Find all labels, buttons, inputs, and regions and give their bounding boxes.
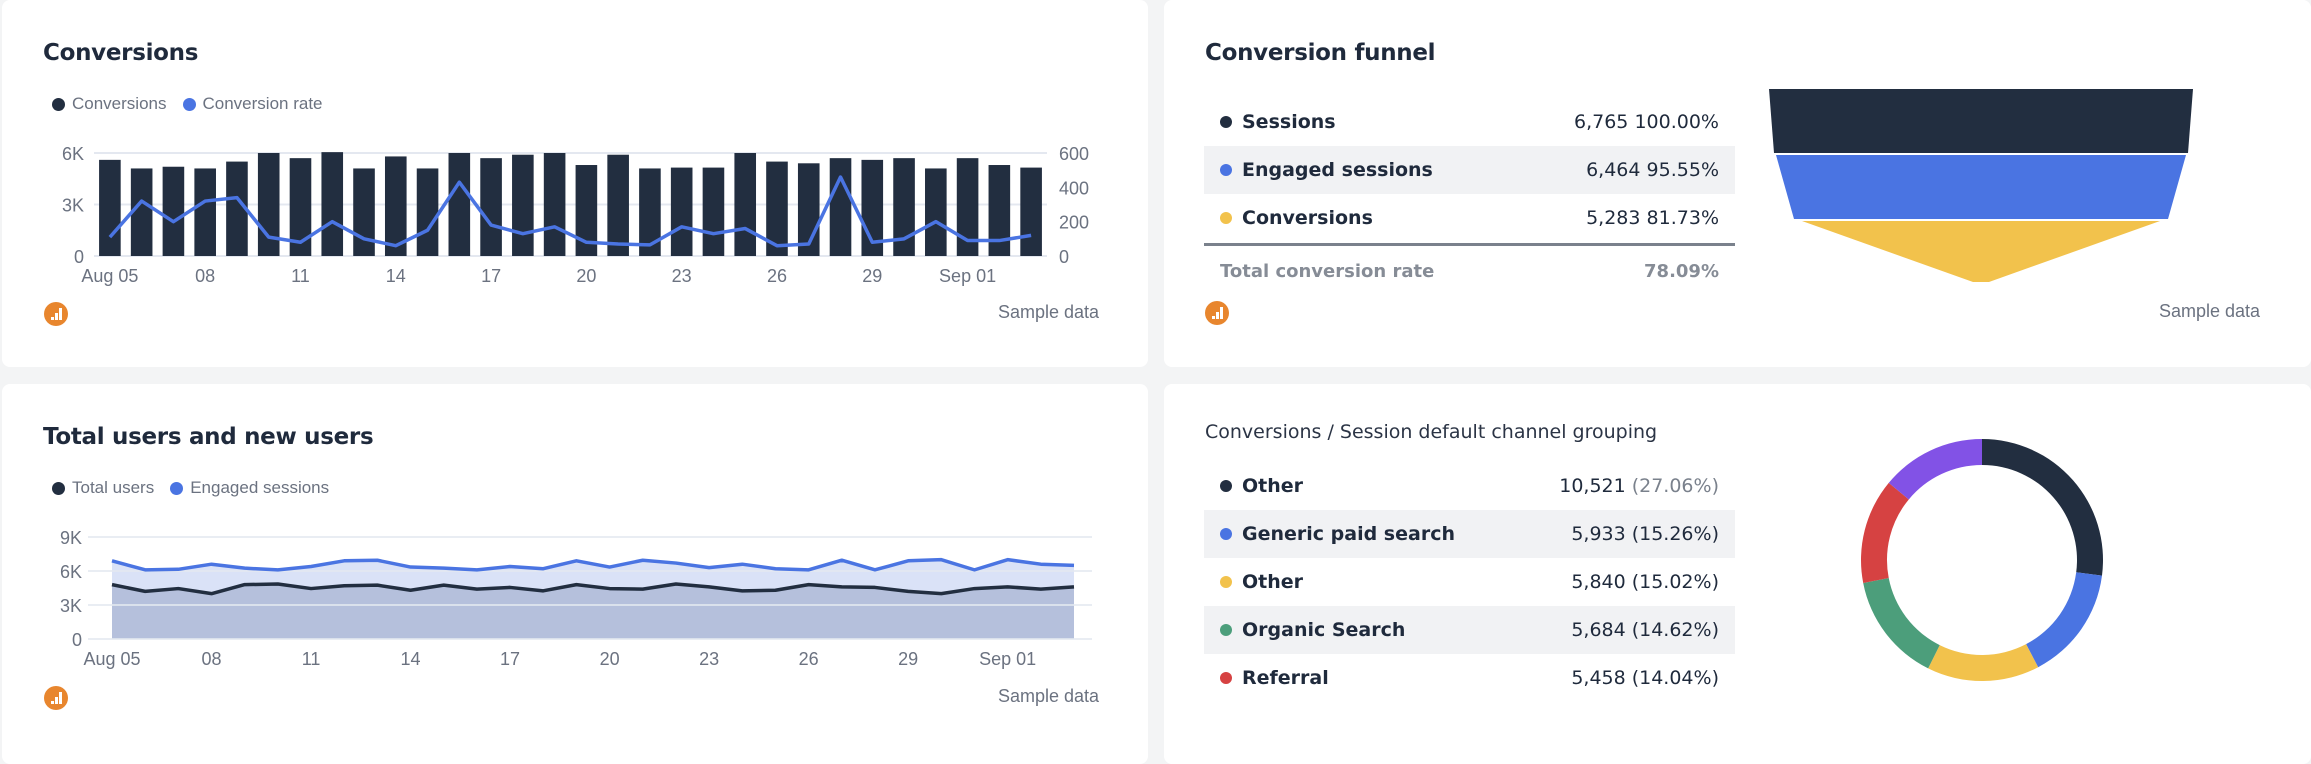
conversions-bar (607, 154, 629, 256)
sample-data-label: Sample data (998, 302, 1100, 322)
funnel-stage-1 (1769, 89, 2193, 153)
x-tick: 14 (386, 266, 406, 286)
x-tick: 20 (576, 266, 596, 286)
conversions-bar (194, 168, 216, 256)
x-tick: 11 (302, 649, 321, 669)
x-tick: 26 (767, 266, 787, 286)
y-tick: 0 (72, 630, 82, 650)
conversions-bar (670, 167, 693, 256)
conversions-bar (162, 166, 185, 256)
conversions-bar (99, 159, 121, 256)
conversions-bar (448, 153, 471, 256)
y-right-tick: 200 (1059, 213, 1089, 233)
y-tick: 3K (60, 596, 82, 616)
sample-data-label: Sample data (998, 686, 1100, 706)
funnel-card: Conversion funnel Sessions 6,765 100.00%… (1164, 0, 2311, 367)
users-card: Total users and new users Total users En… (2, 384, 1148, 764)
donut-slice (1982, 439, 2104, 576)
analytics-icon (51, 308, 62, 320)
conversions-chart: 0 3K 6K 0 200 400 600 Aug 05 08 11 14 17 20 23 26 29 Sep… (62, 144, 1089, 286)
x-tick: 26 (799, 649, 819, 669)
x-tick: 08 (195, 266, 215, 286)
conversions-bar (988, 165, 1011, 256)
data-source-badge[interactable] (44, 686, 68, 710)
channels-donut-chart (1861, 439, 2104, 681)
data-source-badge[interactable] (1205, 301, 1229, 325)
conversions-card: Conversions Conversions Conversion rate … (2, 0, 1148, 367)
analytics-icon (1212, 307, 1223, 319)
conversions-bar (416, 168, 439, 256)
data-source-badge[interactable] (44, 302, 68, 326)
donut-slice (1888, 439, 1982, 500)
x-tick: 11 (291, 266, 310, 286)
donut-slice (1861, 482, 1909, 583)
donut-slice (2026, 572, 2102, 668)
conversions-bar (257, 153, 280, 256)
x-tick: 17 (481, 266, 501, 286)
y-right-tick: 0 (1059, 247, 1069, 267)
x-tick: 20 (600, 649, 620, 669)
conversions-bar (512, 154, 534, 256)
x-tick: 29 (862, 266, 882, 286)
analytics-icon (51, 692, 62, 704)
funnel-chart (1769, 89, 2193, 282)
conversions-bar (480, 158, 502, 256)
x-tick: 08 (202, 649, 222, 669)
x-tick: 17 (500, 649, 520, 669)
conversions-bar (702, 167, 725, 256)
conversions-bar (734, 153, 757, 256)
funnel-stage-2 (1776, 155, 2186, 219)
users-chart: 0 3K 6K 9K Aug 05 08 11 14 17 20 23 26 29 Sep 01 (60, 528, 1092, 669)
x-tick: Sep 01 (939, 266, 996, 286)
y-right-tick: 600 (1059, 144, 1089, 164)
conversions-bar (925, 168, 947, 256)
donut-slice (1928, 644, 2039, 681)
x-tick: 29 (898, 649, 918, 669)
conversions-bar (321, 152, 344, 256)
y-left-tick: 3K (62, 196, 84, 216)
y-tick: 6K (60, 562, 82, 582)
x-tick: 23 (672, 266, 692, 286)
conversions-bar (353, 168, 375, 256)
conversions-bar (829, 158, 852, 256)
donut-slice (1863, 578, 1940, 669)
y-left-tick: 6K (62, 144, 84, 164)
x-tick: 23 (699, 649, 719, 669)
funnel-stage-3 (1802, 221, 2160, 282)
y-right-tick: 400 (1059, 178, 1089, 198)
sample-data-label: Sample data (2159, 301, 2261, 321)
x-tick: Aug 05 (83, 649, 140, 669)
x-tick: Sep 01 (979, 649, 1036, 669)
channels-card: Conversions / Session default channel gr… (1164, 384, 2311, 764)
conversions-bar (1020, 167, 1042, 256)
conversion-rate-line (108, 175, 1032, 248)
y-left-tick: 0 (74, 247, 84, 267)
x-tick: 14 (401, 649, 421, 669)
x-tick: Aug 05 (81, 266, 138, 286)
y-tick: 9K (60, 528, 82, 548)
conversions-bar (543, 153, 566, 256)
